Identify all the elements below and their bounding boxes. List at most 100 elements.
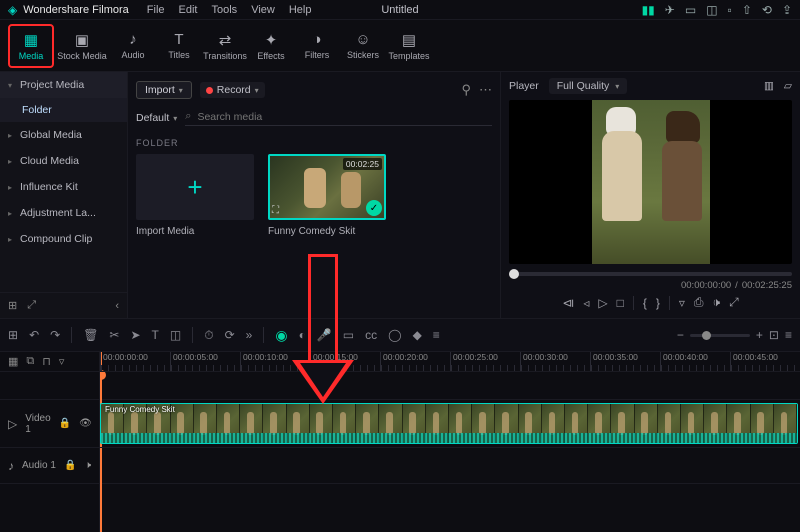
tab-titles[interactable]: TTitles <box>156 24 202 68</box>
record-button[interactable]: Record ▾ <box>200 82 265 98</box>
visibility-icon[interactable]: 👁 <box>79 418 92 429</box>
menu-edit[interactable]: Edit <box>179 4 198 16</box>
menu-tools[interactable]: Tools <box>212 4 238 16</box>
tool-mic-icon[interactable]: 🎤 <box>317 328 332 342</box>
send-icon[interactable]: ✈ <box>665 3 675 17</box>
filter-icon[interactable]: ⚲ <box>461 82 471 98</box>
sidebar-sub-folder[interactable]: Folder <box>0 98 127 122</box>
import-button[interactable]: Import ▾ <box>136 81 192 99</box>
fullscreen-icon[interactable]: ⤢ <box>729 295 739 310</box>
export-icon[interactable]: ⇪ <box>782 3 792 17</box>
zoom-fit-icon[interactable]: ⊡ <box>769 328 779 342</box>
zoom-in-icon[interactable]: + <box>756 328 763 342</box>
timeline-clip[interactable]: Funny Comedy Skit <box>100 403 798 444</box>
track-options-icon[interactable]: ▿ <box>59 355 65 368</box>
tab-filters[interactable]: ◑Filters <box>294 24 340 68</box>
menu-view[interactable]: View <box>251 4 275 16</box>
tool-mask-icon[interactable]: ◯ <box>388 328 401 342</box>
preview-viewport[interactable] <box>509 100 792 264</box>
sidebar-item-cloud-media[interactable]: ▸Cloud Media <box>0 148 127 174</box>
layout-icon[interactable]: ◫ <box>706 3 717 17</box>
mark-in-icon[interactable]: { <box>643 296 647 310</box>
menu-file[interactable]: File <box>147 4 165 16</box>
step-back-icon[interactable]: ◃ <box>583 296 589 310</box>
link-icon[interactable]: ⧉ <box>26 355 34 368</box>
player-scrubber[interactable] <box>509 272 792 276</box>
tab-audio[interactable]: ♪Audio <box>110 24 156 68</box>
timeline-tracks[interactable]: 00:00:00:00 00:00:05:00 00:00:10:00 00:0… <box>100 352 800 532</box>
tool-cc-icon[interactable]: cc <box>365 328 377 342</box>
sidebar-item-adjustment-layer[interactable]: ▸Adjustment La... <box>0 200 127 226</box>
mute-icon[interactable]: 🕨 <box>85 460 91 471</box>
sidebar-item-global-media[interactable]: ▸Global Media <box>0 122 127 148</box>
cloud-upload-icon[interactable]: ⇧ <box>742 3 752 17</box>
tool-cut-icon[interactable]: ✂ <box>109 328 119 342</box>
snapshot-icon[interactable]: ⎙ <box>694 295 704 310</box>
search-input[interactable] <box>197 111 492 123</box>
prev-frame-icon[interactable]: ⧏ <box>562 296 574 310</box>
expand-clip-icon[interactable]: ⛶ <box>272 205 279 216</box>
timeline-empty-row[interactable] <box>100 372 800 400</box>
zoom-handle[interactable] <box>702 331 711 340</box>
media-search[interactable]: ⌕ <box>185 110 492 126</box>
import-media-tile[interactable]: + Import Media <box>136 154 254 237</box>
sidebar-item-project-media[interactable]: ▾Project Media <box>0 72 127 98</box>
volume-icon[interactable]: 🕩 <box>713 295 721 310</box>
save-icon[interactable]: ▫ <box>728 3 732 17</box>
collapse-sidebar-icon[interactable]: ‹ <box>115 300 119 312</box>
magnet-icon[interactable]: ⊓ <box>42 355 51 368</box>
zoom-slider[interactable] <box>690 334 750 337</box>
tab-stickers[interactable]: ☺Stickers <box>340 24 386 68</box>
refresh-icon[interactable]: ⟲ <box>762 3 772 17</box>
audio-track-row[interactable] <box>100 448 800 484</box>
audio-track-header[interactable]: ♪ Audio 1 🔒 🕨 <box>0 448 99 484</box>
stop-icon[interactable]: □ <box>617 296 624 310</box>
tab-stock-media[interactable]: ▣Stock Media <box>54 24 110 68</box>
tool-subtitle-icon[interactable]: ▭ <box>343 328 354 342</box>
timeline-menu-icon[interactable]: ≡ <box>785 328 792 342</box>
tool-color-icon[interactable]: ◐ <box>299 328 306 342</box>
sidebar-item-influence-kit[interactable]: ▸Influence Kit <box>0 174 127 200</box>
video-track-row[interactable]: Funny Comedy Skit <box>100 400 800 448</box>
timeline-ruler[interactable]: 00:00:00:00 00:00:05:00 00:00:10:00 00:0… <box>100 352 800 372</box>
tool-keyframe-icon[interactable]: ◆ <box>413 328 422 342</box>
track-menu-icon[interactable]: ▦ <box>8 355 18 368</box>
tab-media[interactable]: ▦ Media <box>8 24 54 68</box>
tab-templates[interactable]: ▤Templates <box>386 24 432 68</box>
picture-icon[interactable]: ▱ <box>784 80 792 92</box>
sort-default-dropdown[interactable]: Default ▾ <box>136 112 177 124</box>
tool-delete-icon[interactable]: 🗑 <box>83 328 98 342</box>
tool-more-icon[interactable]: » <box>246 328 253 342</box>
tool-speed-icon[interactable]: ⏱ <box>204 328 213 343</box>
tab-effects[interactable]: ✦Effects <box>248 24 294 68</box>
media-clip-tile[interactable]: 00:02:25 ⛶ ✓ Funny Comedy Skit <box>268 154 386 237</box>
tool-text-icon[interactable]: T <box>152 328 159 342</box>
video-track-header[interactable]: ▷ Video 1 🔒 👁 <box>0 400 99 448</box>
play-icon[interactable]: ▷ <box>598 296 607 310</box>
tool-crop-icon[interactable]: ◫ <box>170 328 181 342</box>
tab-transitions[interactable]: ⇄Transitions <box>202 24 248 68</box>
zoom-out-icon[interactable]: − <box>677 328 684 342</box>
message-icon[interactable]: ▭ <box>685 3 696 17</box>
tool-grid-icon[interactable]: ⊞ <box>8 328 18 342</box>
preview-frame <box>592 100 710 264</box>
mark-out-icon[interactable]: } <box>656 296 660 310</box>
scrubber-handle[interactable] <box>509 269 519 279</box>
tool-redo-icon[interactable]: ↷ <box>50 328 60 342</box>
lock-icon[interactable]: 🔒 <box>59 418 71 429</box>
compare-view-icon[interactable]: ▥ <box>764 80 774 92</box>
gift-icon[interactable]: ▮▮ <box>642 3 655 17</box>
sidebar-item-compound-clip[interactable]: ▸Compound Clip <box>0 226 127 252</box>
lock-icon[interactable]: 🔒 <box>64 460 76 471</box>
new-folder-icon[interactable]: ⊞ <box>8 299 17 312</box>
quality-dropdown[interactable]: Full Quality ▾ <box>549 78 628 94</box>
more-icon[interactable]: ⋯ <box>479 82 492 98</box>
marker-icon[interactable]: ▿ <box>679 296 685 310</box>
expand-icon[interactable]: ⤢ <box>27 299 36 312</box>
ai-tool-icon[interactable]: ◉ <box>275 327 287 344</box>
tool-arrow-icon[interactable]: ➤ <box>130 328 140 342</box>
tool-rotate-icon[interactable]: ⟳ <box>225 328 235 342</box>
tool-undo-icon[interactable]: ↶ <box>29 328 39 342</box>
menu-help[interactable]: Help <box>289 4 312 16</box>
tool-mixer-icon[interactable]: ≡ <box>433 328 440 342</box>
